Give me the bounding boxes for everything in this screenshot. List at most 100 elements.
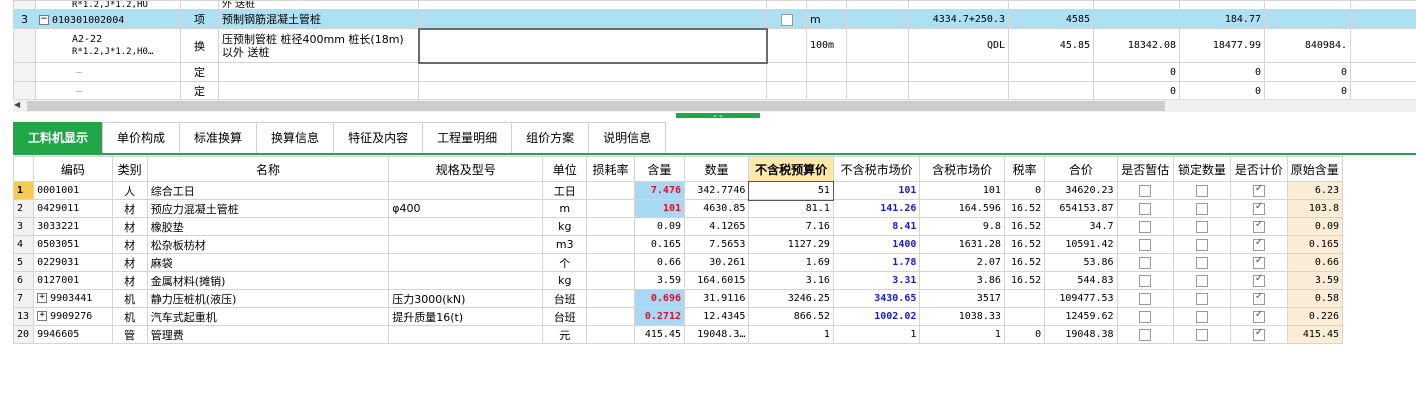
material-original-content[interactable]: 415.45 bbox=[1286, 325, 1344, 344]
is-estimate-cell[interactable] bbox=[1116, 217, 1174, 236]
material-spec[interactable] bbox=[388, 325, 544, 344]
material-original-content[interactable]: 0.09 bbox=[1286, 217, 1344, 236]
material-market-price-tax[interactable]: 1631.28 bbox=[919, 235, 1005, 254]
header-spec[interactable]: 规格及型号 bbox=[388, 156, 544, 182]
material-market-price[interactable]: 1 bbox=[832, 325, 921, 344]
is-estimate-cell[interactable] bbox=[1116, 253, 1174, 272]
material-category[interactable]: 人 bbox=[111, 181, 148, 200]
lock-quantity-checkbox[interactable] bbox=[1196, 293, 1209, 305]
material-code[interactable]: 0429011 bbox=[33, 199, 113, 218]
material-unit[interactable]: 台班 bbox=[542, 289, 588, 308]
row-number[interactable]: 5 bbox=[13, 253, 35, 272]
material-spec[interactable] bbox=[388, 235, 544, 254]
material-category[interactable]: 材 bbox=[111, 217, 148, 236]
material-market-price[interactable]: 3.31 bbox=[832, 271, 921, 290]
header-quantity[interactable]: 数量 bbox=[683, 156, 750, 182]
material-content[interactable]: 0.09 bbox=[633, 217, 686, 236]
material-tax-rate[interactable]: 16.52 bbox=[1003, 235, 1046, 254]
expand-icon[interactable]: + bbox=[37, 311, 48, 321]
material-budget-price[interactable]: 866.52 bbox=[748, 307, 834, 326]
header-code[interactable]: 编码 bbox=[33, 156, 113, 182]
material-category[interactable]: 材 bbox=[111, 253, 148, 272]
material-name[interactable]: 金属材料(摊销) bbox=[146, 271, 390, 290]
is-priced-checkbox[interactable] bbox=[1252, 327, 1265, 341]
row-number[interactable]: 1 bbox=[13, 181, 35, 200]
header-market-price-tax[interactable]: 含税市场价 bbox=[919, 156, 1005, 182]
is-priced-checkbox[interactable] bbox=[1252, 273, 1265, 287]
header-category[interactable]: 类别 bbox=[111, 156, 148, 182]
material-code[interactable]: 0503051 bbox=[33, 235, 113, 254]
top-row-empty-2[interactable]: — 定 0 0 0 bbox=[13, 81, 1416, 99]
lock-quantity-checkbox[interactable] bbox=[1196, 275, 1209, 287]
quota-edit-cell[interactable] bbox=[417, 27, 768, 64]
material-original-content[interactable]: 0.165 bbox=[1286, 235, 1344, 254]
is-estimate-checkbox[interactable] bbox=[1139, 275, 1152, 287]
material-row[interactable]: 5 0229031 材麻袋个 0.66 30.261 1.69 1.78 2.07 16.52 5… bbox=[13, 253, 1344, 272]
is-priced-cell[interactable] bbox=[1230, 235, 1288, 254]
material-loss-rate[interactable] bbox=[586, 325, 635, 344]
material-market-price-tax[interactable]: 1038.33 bbox=[919, 307, 1005, 326]
is-estimate-cell[interactable] bbox=[1116, 235, 1174, 254]
is-estimate-checkbox[interactable] bbox=[1139, 329, 1152, 341]
material-content[interactable]: 7.476 bbox=[633, 181, 686, 200]
top-row-quota[interactable]: A2-22 R*1.2,J*1.2,H0… 换 压预制管桩 桩径400mm 桩长… bbox=[13, 27, 1416, 64]
material-original-content[interactable]: 103.8 bbox=[1286, 199, 1344, 218]
header-content[interactable]: 含量 bbox=[633, 156, 686, 182]
material-category[interactable]: 材 bbox=[111, 271, 148, 290]
material-total[interactable]: 34620.23 bbox=[1044, 181, 1118, 200]
material-market-price[interactable]: 141.26 bbox=[832, 199, 921, 218]
is-priced-checkbox[interactable] bbox=[1252, 237, 1265, 251]
material-name[interactable]: 汽车式起重机 bbox=[146, 307, 390, 326]
material-unit[interactable]: kg bbox=[542, 217, 588, 236]
header-loss-rate[interactable]: 损耗率 bbox=[586, 156, 635, 182]
material-content[interactable]: 0.66 bbox=[633, 253, 686, 272]
is-estimate-cell[interactable] bbox=[1116, 271, 1174, 290]
is-estimate-checkbox[interactable] bbox=[1139, 311, 1152, 323]
material-market-price-tax[interactable]: 164.596 bbox=[919, 199, 1005, 218]
tab-pricing-scheme[interactable]: 组价方案 bbox=[511, 122, 590, 154]
tab-description[interactable]: 说明信息 bbox=[588, 122, 667, 154]
material-tax-rate[interactable] bbox=[1003, 289, 1046, 308]
lock-quantity-checkbox[interactable] bbox=[1196, 239, 1209, 251]
header-total[interactable]: 合价 bbox=[1044, 156, 1118, 182]
material-market-price-tax[interactable]: 2.07 bbox=[919, 253, 1005, 272]
material-quantity[interactable]: 4.1265 bbox=[683, 217, 750, 236]
material-code[interactable]: 0001001 bbox=[33, 181, 113, 200]
material-original-content[interactable]: 0.66 bbox=[1286, 253, 1344, 272]
material-loss-rate[interactable] bbox=[586, 235, 635, 254]
tab-features-content[interactable]: 特征及内容 bbox=[333, 122, 424, 154]
material-market-price-tax[interactable]: 9.8 bbox=[919, 217, 1005, 236]
material-loss-rate[interactable] bbox=[586, 217, 635, 236]
lock-quantity-cell[interactable] bbox=[1172, 181, 1232, 200]
lock-quantity-cell[interactable] bbox=[1172, 199, 1232, 218]
material-content[interactable]: 415.45 bbox=[633, 325, 686, 344]
material-row[interactable]: 20 9946605 管管理费元 415.45 19048.3… 1 1 1 0 19048.38… bbox=[13, 325, 1344, 344]
material-content[interactable]: 0.165 bbox=[633, 235, 686, 254]
lock-quantity-checkbox[interactable] bbox=[1196, 221, 1209, 233]
material-category[interactable]: 管 bbox=[111, 325, 148, 344]
expand-icon[interactable]: + bbox=[37, 293, 48, 303]
material-spec[interactable] bbox=[388, 217, 544, 236]
is-estimate-cell[interactable] bbox=[1116, 307, 1174, 326]
is-estimate-checkbox[interactable] bbox=[1139, 185, 1152, 197]
material-original-content[interactable]: 0.226 bbox=[1286, 307, 1344, 326]
material-category[interactable]: 材 bbox=[111, 235, 148, 254]
material-market-price[interactable]: 1.78 bbox=[832, 253, 921, 272]
is-priced-cell[interactable] bbox=[1230, 253, 1288, 272]
material-tax-rate[interactable]: 16.52 bbox=[1003, 253, 1046, 272]
material-loss-rate[interactable] bbox=[586, 199, 635, 218]
is-priced-checkbox[interactable] bbox=[1252, 255, 1265, 269]
is-estimate-checkbox[interactable] bbox=[1139, 221, 1152, 233]
material-tax-rate[interactable]: 16.52 bbox=[1003, 271, 1046, 290]
panel-splitter[interactable]: ⌄⌄ bbox=[13, 112, 1416, 119]
material-loss-rate[interactable] bbox=[586, 289, 635, 308]
is-priced-cell[interactable] bbox=[1230, 271, 1288, 290]
tab-conversion-info[interactable]: 换算信息 bbox=[256, 122, 335, 154]
material-market-price[interactable]: 8.41 bbox=[832, 217, 921, 236]
material-unit[interactable]: 元 bbox=[542, 325, 588, 344]
is-estimate-checkbox[interactable] bbox=[1139, 239, 1152, 251]
lock-quantity-cell[interactable] bbox=[1172, 307, 1232, 326]
material-loss-rate[interactable] bbox=[586, 271, 635, 290]
material-tax-rate[interactable] bbox=[1003, 307, 1046, 326]
material-quantity[interactable]: 12.4345 bbox=[683, 307, 750, 326]
